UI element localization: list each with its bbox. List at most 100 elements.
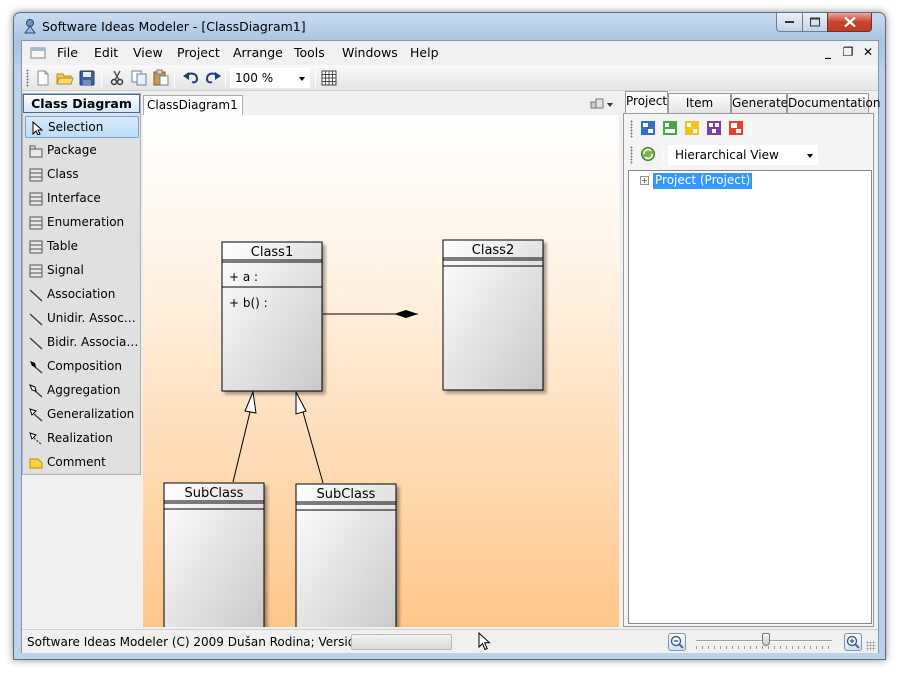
tool-label: Table (47, 239, 79, 253)
generalization-tool[interactable]: Generalization (25, 404, 139, 426)
refresh-icon[interactable] (640, 146, 656, 162)
toolbar-grip[interactable] (26, 69, 29, 87)
zoom-out-button[interactable] (668, 633, 686, 651)
menu-file[interactable]: File (57, 45, 78, 60)
tool-label: Bidir. Association (47, 335, 139, 349)
mdi-close-button[interactable]: ✕ (860, 44, 876, 60)
tab-classdiagram1[interactable]: ClassDiagram1 (143, 95, 243, 115)
mouse-cursor-icon (478, 632, 491, 651)
unidir-association-tool[interactable]: Unidir. Association (25, 308, 139, 330)
subclass1-name: SubClass (185, 486, 244, 501)
class1-shape[interactable]: Class1 + a : + b() : (221, 241, 323, 392)
diagram-canvas[interactable]: Class1 + a : + b() : Class2 SubClass Sub… (143, 115, 619, 634)
toolbar-separator (101, 69, 102, 87)
menu-edit[interactable]: Edit (94, 45, 118, 60)
zoom-slider-thumb[interactable] (762, 633, 770, 646)
tab-item-editor[interactable]: Item Editor (668, 93, 731, 128)
interface-icon (29, 192, 43, 206)
class1-attribute: + a : (229, 270, 258, 284)
association-tool[interactable]: Association (25, 284, 139, 306)
signal-tool[interactable]: Signal (25, 260, 139, 282)
diagram-menu-icon[interactable] (587, 95, 617, 113)
menu-view[interactable]: View (133, 45, 163, 60)
mdi-minimize-button[interactable]: _ (820, 44, 836, 60)
composition-connector[interactable] (323, 310, 418, 318)
cut-icon[interactable] (108, 69, 126, 87)
project-tab-body: Hierarchical View + Project (Project) (623, 113, 874, 627)
paste-icon[interactable] (152, 69, 170, 87)
toolbar-grip[interactable] (630, 120, 633, 138)
resize-grip[interactable] (866, 641, 876, 651)
toolbar-separator (174, 69, 175, 87)
status-progress-bar (351, 634, 452, 650)
tool-label: Enumeration (47, 215, 125, 229)
generalization-connector-1[interactable] (232, 390, 257, 483)
bidir-association-tool[interactable]: Bidir. Association (25, 332, 139, 354)
zoom-in-button[interactable] (844, 633, 862, 651)
zoom-combo[interactable]: 100 % (230, 68, 310, 88)
pointer-icon (32, 121, 44, 135)
tree-node-project[interactable]: Project (Project) (653, 173, 753, 189)
tab-documentation[interactable]: Documentation (787, 93, 881, 113)
toolbar-grip[interactable] (630, 146, 633, 164)
chevron-down-icon[interactable] (807, 154, 813, 158)
add-element-icon[interactable] (684, 120, 700, 136)
project-tree[interactable]: + Project (Project) (628, 170, 872, 624)
new-file-icon[interactable] (34, 69, 52, 87)
menu-help[interactable]: Help (410, 45, 439, 60)
subclass-shape-1[interactable]: SubClass (163, 482, 265, 633)
subclass-shape-2[interactable]: SubClass (295, 483, 397, 634)
class-tool[interactable]: Class (25, 164, 139, 186)
minimize-button[interactable] (776, 13, 803, 32)
realization-tool[interactable]: Realization (25, 428, 139, 450)
maximize-button[interactable] (802, 13, 828, 32)
enumeration-tool[interactable]: Enumeration (25, 212, 139, 234)
selection-tool[interactable]: Selection (25, 116, 139, 138)
add-model-icon[interactable] (706, 120, 722, 136)
save-icon[interactable] (78, 69, 96, 87)
client-area: File Edit View Project Arrange Tools Win… (21, 40, 881, 653)
tab-generate[interactable]: Generate (731, 93, 788, 113)
generalization-connector-2[interactable] (295, 391, 324, 484)
realization-icon (29, 432, 43, 446)
aggregation-tool[interactable]: Aggregation (25, 380, 139, 402)
comment-tool[interactable]: Comment (25, 452, 139, 474)
document-icon[interactable] (30, 45, 46, 61)
tool-label: Unidir. Association (47, 311, 139, 325)
undo-icon[interactable] (182, 69, 200, 87)
zoom-value: 100 % (235, 71, 274, 85)
project-toolbar (628, 118, 868, 140)
status-text: Software Ideas Modeler (C) 2009 Dušan Ro… (27, 635, 398, 649)
expand-icon[interactable]: + (640, 176, 649, 185)
redo-icon[interactable] (204, 69, 222, 87)
window-title: Software Ideas Modeler - [ClassDiagram1] (42, 19, 306, 34)
close-button[interactable] (827, 13, 872, 32)
toolbar-separator (225, 69, 226, 87)
menu-project[interactable]: Project (177, 45, 220, 60)
title-bar[interactable]: Software Ideas Modeler - [ClassDiagram1] (14, 13, 885, 39)
tool-label: Class (47, 167, 79, 181)
view-mode-combo[interactable]: Hierarchical View (668, 145, 818, 165)
menu-tools[interactable]: Tools (294, 45, 325, 60)
class2-shape[interactable]: Class2 (442, 239, 544, 391)
tab-project[interactable]: Project (625, 91, 668, 114)
delete-item-icon[interactable] (728, 120, 744, 136)
package-tool[interactable]: Package (25, 140, 139, 162)
add-diagram-icon[interactable] (640, 120, 656, 136)
add-package-icon[interactable] (662, 120, 678, 136)
toolbox-header[interactable]: Class Diagram (23, 94, 140, 113)
copy-icon[interactable] (130, 69, 148, 87)
chevron-down-icon[interactable] (299, 77, 305, 81)
menu-arrange[interactable]: Arrange (233, 45, 283, 60)
tool-label: Interface (47, 191, 101, 205)
table-tool[interactable]: Table (25, 236, 139, 258)
interface-tool[interactable]: Interface (25, 188, 139, 210)
app-window: Software Ideas Modeler - [ClassDiagram1]… (13, 12, 886, 660)
grid-icon[interactable] (320, 69, 338, 87)
mdi-restore-button[interactable]: ❐ (840, 44, 856, 60)
open-folder-icon[interactable] (56, 69, 74, 87)
composition-tool[interactable]: Composition (25, 356, 139, 378)
table-icon (29, 240, 43, 254)
menu-windows[interactable]: Windows (342, 45, 398, 60)
maximize-icon (810, 17, 820, 27)
